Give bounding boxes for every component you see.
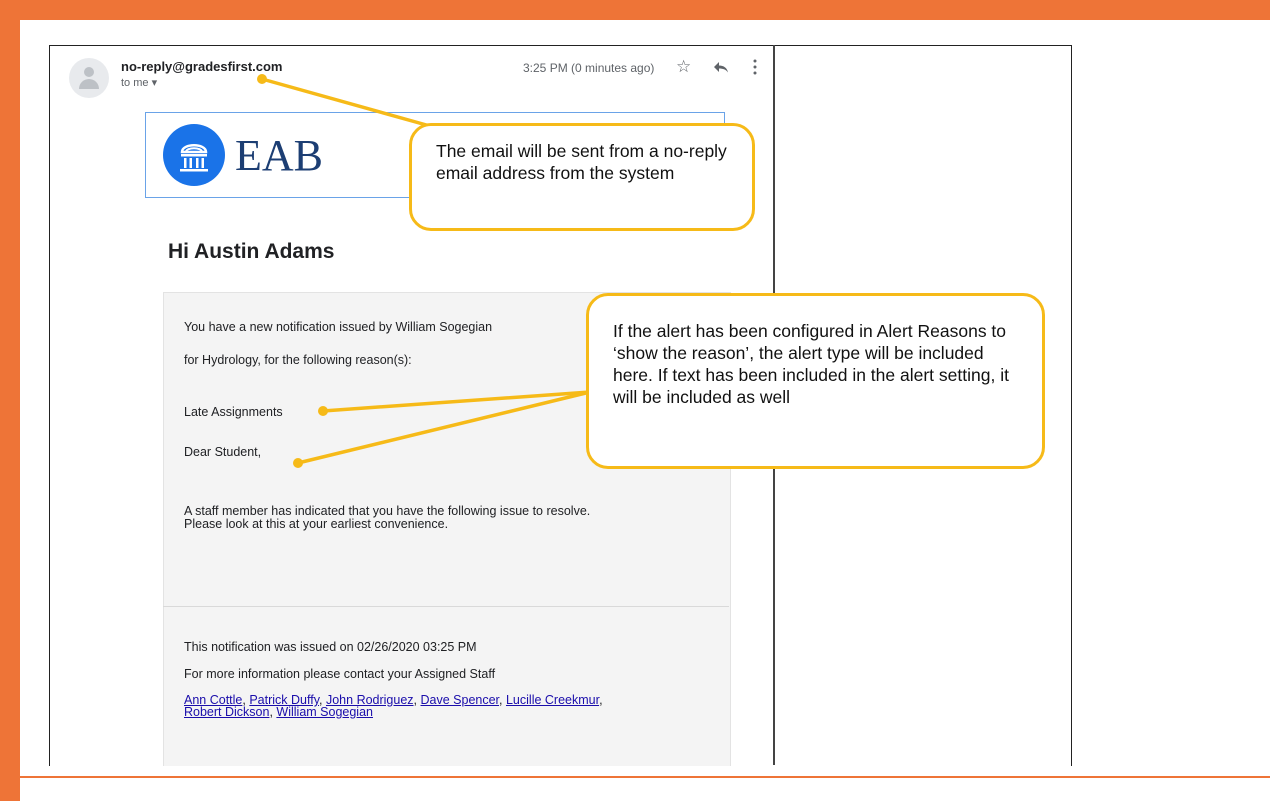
staff-link[interactable]: Robert Dickson: [184, 705, 269, 719]
staff-link[interactable]: Lucille Creekmur: [506, 693, 599, 707]
email-greeting: Hi Austin Adams: [168, 240, 335, 263]
reply-icon[interactable]: [712, 56, 730, 78]
email-body-separator: [163, 606, 729, 607]
sender-address: no-reply@gradesfirst.com: [121, 59, 283, 74]
star-icon[interactable]: ☆: [676, 56, 691, 78]
person-avatar-icon: [69, 58, 109, 98]
orange-frame-bottom: [20, 776, 1270, 778]
eab-logo-text: EAB: [235, 131, 323, 180]
staff-link[interactable]: William Sogegian: [276, 705, 373, 719]
institution-columns-icon: [163, 124, 225, 186]
message-line-2: Please look at this at your earliest con…: [184, 517, 449, 531]
notification-line-2: for Hydrology, for the following reason(…: [184, 353, 412, 367]
contact-text: For more information please contact your…: [184, 667, 496, 681]
assigned-staff-links: Ann Cottle, Patrick Duffy, John Rodrigue…: [184, 693, 603, 719]
email-timestamp: 3:25 PM (0 minutes ago): [523, 61, 655, 75]
orange-frame-top: [0, 0, 1270, 20]
more-vert-icon[interactable]: [752, 56, 762, 78]
message-line-1: A staff member has indicated that you ha…: [184, 504, 591, 518]
issued-on-text: This notification was issued on 02/26/20…: [184, 640, 477, 654]
recipient-details-toggle[interactable]: to me ▾: [121, 76, 157, 89]
staff-link[interactable]: Dave Spencer: [421, 693, 500, 707]
sender-callout: The email will be sent from a no-reply e…: [409, 123, 755, 231]
orange-frame-left: [0, 0, 20, 801]
alert-reason: Late Assignments: [184, 405, 283, 419]
salutation: Dear Student,: [184, 445, 262, 459]
notification-line-1: You have a new notification issued by Wi…: [184, 320, 493, 334]
reason-callout: If the alert has been configured in Aler…: [586, 293, 1045, 469]
